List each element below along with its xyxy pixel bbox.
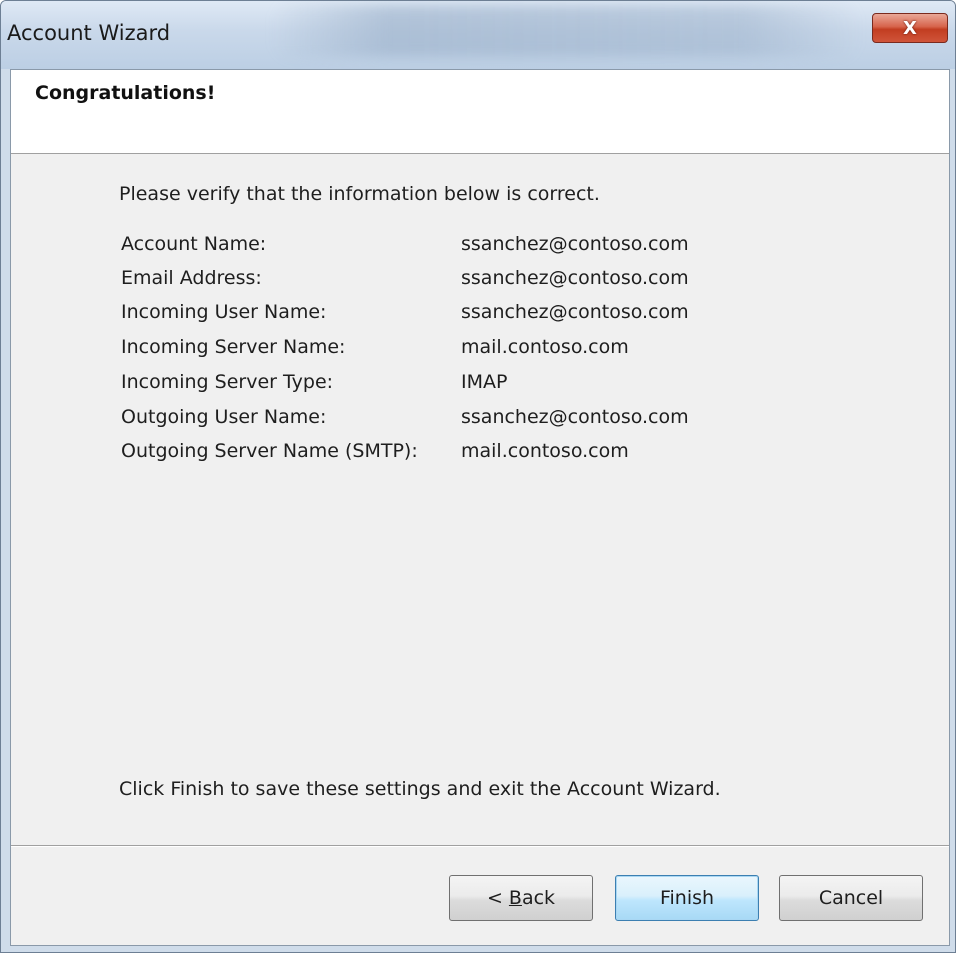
detail-value: ssanchez@contoso.com: [461, 301, 689, 323]
detail-value: ssanchez@contoso.com: [461, 267, 689, 289]
close-button[interactable]: X: [872, 13, 948, 43]
detail-row-account-name: Account Name: ssanchez@contoso.com: [121, 233, 821, 263]
finish-button[interactable]: Finish: [615, 875, 759, 921]
back-button-access-key: B: [508, 887, 522, 909]
detail-value: mail.contoso.com: [461, 440, 629, 462]
window-title: Account Wizard: [7, 21, 171, 45]
detail-row-incoming-server-type: Incoming Server Type: IMAP: [121, 371, 821, 401]
intro-text: Please verify that the information below…: [119, 183, 600, 205]
detail-label: Outgoing Server Name (SMTP):: [121, 440, 418, 462]
wizard-header: Congratulations!: [11, 70, 949, 154]
detail-label: Account Name:: [121, 233, 267, 255]
wizard-content: Please verify that the information below…: [11, 155, 949, 845]
detail-label: Incoming Server Type:: [121, 371, 334, 393]
page-title: Congratulations!: [35, 82, 216, 104]
finish-button-label: Finish: [659, 887, 715, 909]
button-area-divider: [11, 845, 949, 847]
back-button-label-rest: ack: [521, 887, 556, 909]
detail-label: Incoming User Name:: [121, 301, 327, 323]
detail-row-email-address: Email Address: ssanchez@contoso.com: [121, 267, 821, 297]
detail-row-outgoing-server-name: Outgoing Server Name (SMTP): mail.contos…: [121, 440, 821, 470]
detail-row-incoming-server-name: Incoming Server Name: mail.contoso.com: [121, 336, 821, 366]
close-icon: X: [903, 17, 917, 39]
wizard-client-area: Congratulations! Please verify that the …: [10, 69, 950, 946]
finish-instruction-text: Click Finish to save these settings and …: [119, 778, 721, 800]
detail-value: mail.contoso.com: [461, 336, 629, 358]
detail-row-incoming-user-name: Incoming User Name: ssanchez@contoso.com: [121, 301, 821, 331]
back-button[interactable]: < Back: [449, 875, 593, 921]
back-button-prefix: <: [486, 887, 509, 909]
account-wizard-window: Account Wizard X Congratulations! Please…: [0, 0, 956, 953]
title-bar-glass-blur: [271, 5, 861, 57]
title-bar[interactable]: Account Wizard X: [1, 1, 955, 69]
detail-label: Incoming Server Name:: [121, 336, 346, 358]
detail-label: Outgoing User Name:: [121, 406, 327, 428]
cancel-button-label: Cancel: [818, 887, 884, 909]
cancel-button[interactable]: Cancel: [779, 875, 923, 921]
detail-value: ssanchez@contoso.com: [461, 406, 689, 428]
detail-row-outgoing-user-name: Outgoing User Name: ssanchez@contoso.com: [121, 406, 821, 436]
detail-value: ssanchez@contoso.com: [461, 233, 689, 255]
detail-value: IMAP: [461, 371, 508, 393]
detail-label: Email Address:: [121, 267, 262, 289]
